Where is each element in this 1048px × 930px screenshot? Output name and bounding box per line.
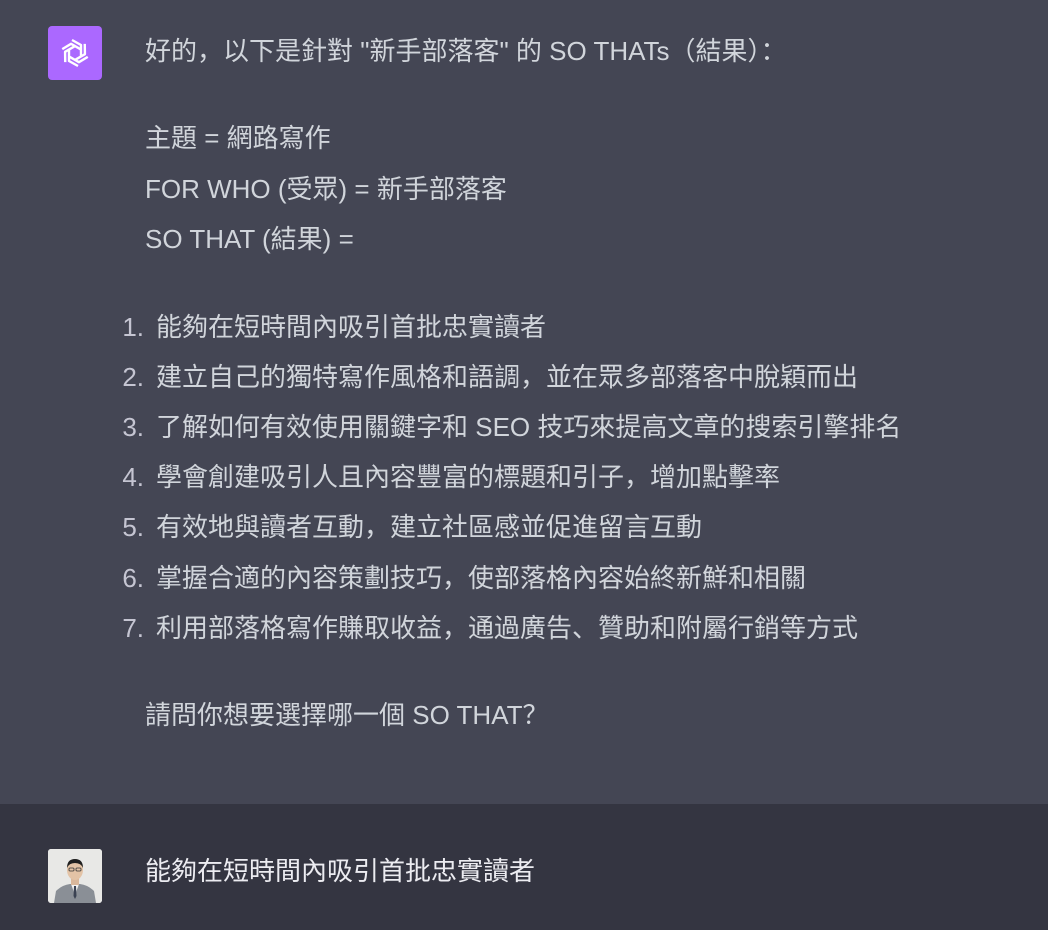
- list-item: 7. 利用部落格寫作賺取收益，通過廣告、贊助和附屬行銷等方式: [122, 612, 859, 644]
- question-text: 請問你想要選擇哪一個 SO THAT？: [145, 700, 549, 730]
- list-number: 4.: [122, 462, 144, 492]
- list-item: 4. 學會創建吸引人且內容豐富的標題和引子，增加點擊率: [122, 461, 781, 493]
- list-number: 2.: [122, 362, 144, 392]
- user-avatar: [48, 849, 102, 903]
- list-text: 了解如何有效使用關鍵字和 SEO 技巧來提高文章的搜索引擎排名: [156, 412, 902, 442]
- list-number: 5.: [122, 512, 144, 542]
- list-item: 3. 了解如何有效使用關鍵字和 SEO 技巧來提高文章的搜索引擎排名: [122, 411, 902, 443]
- list-text: 有效地與讀者互動，建立社區感並促進留言互動: [156, 512, 703, 542]
- assistant-message: 好的，以下是針對 "新手部落客" 的 SO THATs（結果）： 主題 = 網路…: [0, 0, 1048, 804]
- list-number: 1.: [122, 312, 144, 342]
- list-text: 學會創建吸引人且內容豐富的標題和引子，增加點擊率: [156, 462, 781, 492]
- list-item: 6. 掌握合適的內容策劃技巧，使部落格內容始終新鮮和相關: [122, 562, 807, 594]
- openai-logo-icon: [61, 38, 89, 68]
- list-number: 6.: [122, 563, 144, 593]
- list-item: 5. 有效地與讀者互動，建立社區感並促進留言互動: [122, 511, 703, 543]
- list-number: 7.: [122, 613, 144, 643]
- list-text: 能夠在短時間內吸引首批忠實讀者: [156, 312, 547, 342]
- user-message-text: 能夠在短時間內吸引首批忠實讀者: [145, 856, 536, 886]
- chatgpt-avatar: [48, 26, 102, 80]
- list-text: 利用部落格寫作賺取收益，通過廣告、贊助和附屬行銷等方式: [156, 613, 859, 643]
- list-item: 2. 建立自己的獨特寫作風格和語調，並在眾多部落客中脫穎而出: [122, 361, 859, 393]
- for-who-line: FOR WHO (受眾) = 新手部落客: [145, 174, 507, 204]
- list-item: 1. 能夠在短時間內吸引首批忠實讀者: [122, 311, 547, 343]
- user-message: 能夠在短時間內吸引首批忠實讀者: [0, 804, 1048, 930]
- list-text: 掌握合適的內容策劃技巧，使部落格內容始終新鮮和相關: [156, 563, 807, 593]
- user-avatar-photo: [48, 849, 102, 903]
- so-that-line: SO THAT (結果) =: [145, 224, 354, 254]
- topic-line: 主題 = 網路寫作: [145, 123, 331, 153]
- list-number: 3.: [122, 412, 144, 442]
- intro-text: 好的，以下是針對 "新手部落客" 的 SO THATs（結果）：: [145, 36, 787, 66]
- list-text: 建立自己的獨特寫作風格和語調，並在眾多部落客中脫穎而出: [156, 362, 859, 392]
